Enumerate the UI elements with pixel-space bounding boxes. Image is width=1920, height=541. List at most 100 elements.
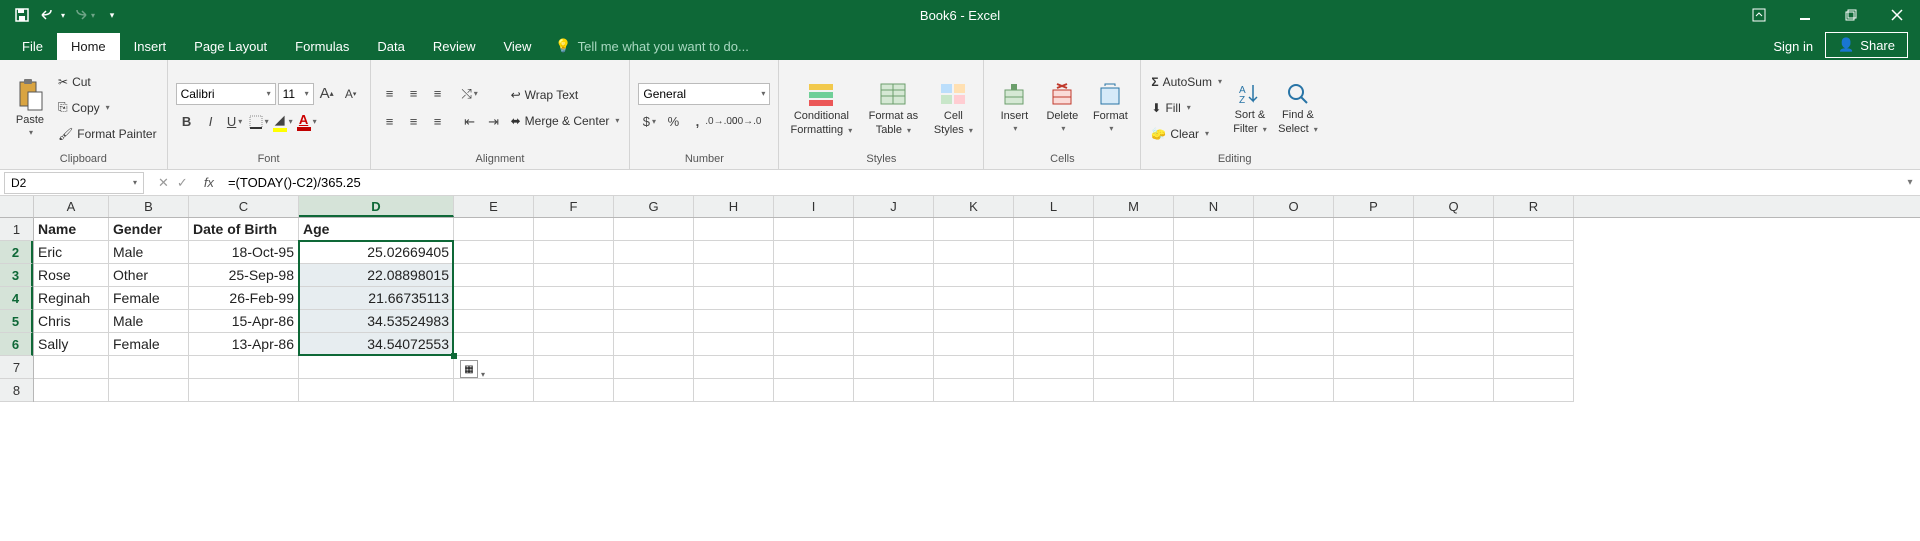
cell[interactable]: [1254, 356, 1334, 379]
cell[interactable]: [1174, 356, 1254, 379]
cell[interactable]: [34, 356, 109, 379]
column-header[interactable]: H: [694, 196, 774, 217]
cell[interactable]: [1334, 241, 1414, 264]
decrease-indent-button[interactable]: ⇤: [459, 111, 481, 133]
column-header[interactable]: I: [774, 196, 854, 217]
align-bottom-button[interactable]: ≡: [427, 83, 449, 105]
column-header[interactable]: F: [534, 196, 614, 217]
sort-filter-button[interactable]: AZ Sort &Filter ▾: [1228, 64, 1272, 151]
cell[interactable]: [1494, 264, 1574, 287]
enter-formula-button[interactable]: ✓: [177, 175, 188, 191]
cell[interactable]: [854, 333, 934, 356]
font-color-button[interactable]: A▾: [296, 111, 318, 133]
cell[interactable]: [614, 379, 694, 402]
cell[interactable]: [774, 333, 854, 356]
cell[interactable]: [854, 264, 934, 287]
cell[interactable]: [934, 333, 1014, 356]
cell[interactable]: [1174, 310, 1254, 333]
cell[interactable]: Male: [109, 310, 189, 333]
copy-button[interactable]: ⎘Copy▾: [56, 96, 159, 120]
find-select-button[interactable]: Find &Select ▾: [1276, 64, 1320, 151]
cell[interactable]: [534, 356, 614, 379]
cell[interactable]: [1494, 241, 1574, 264]
close-button[interactable]: [1874, 0, 1920, 30]
increase-indent-button[interactable]: ⇥: [483, 111, 505, 133]
tab-insert[interactable]: Insert: [120, 33, 181, 60]
cells-area[interactable]: NameGenderDate of BirthAgeEricMale18-Oct…: [34, 218, 1574, 402]
cell[interactable]: 21.66735113: [299, 287, 454, 310]
cell[interactable]: [1014, 218, 1094, 241]
cell[interactable]: [1334, 218, 1414, 241]
cell[interactable]: Male: [109, 241, 189, 264]
column-header[interactable]: R: [1494, 196, 1574, 217]
cell[interactable]: [1414, 333, 1494, 356]
row-header[interactable]: 6: [0, 333, 33, 356]
delete-cells-button[interactable]: Delete▾: [1040, 64, 1084, 151]
cell[interactable]: [454, 379, 534, 402]
cell[interactable]: Gender: [109, 218, 189, 241]
cell[interactable]: [694, 333, 774, 356]
row-header[interactable]: 8: [0, 379, 33, 402]
cell[interactable]: [1494, 310, 1574, 333]
cell[interactable]: [534, 310, 614, 333]
column-header[interactable]: E: [454, 196, 534, 217]
cell[interactable]: [774, 241, 854, 264]
column-header[interactable]: P: [1334, 196, 1414, 217]
cell[interactable]: [694, 379, 774, 402]
font-size-combo[interactable]: 11▾: [278, 83, 314, 105]
column-header[interactable]: C: [189, 196, 299, 217]
cell[interactable]: [614, 333, 694, 356]
percent-button[interactable]: %: [662, 111, 684, 133]
cell[interactable]: [934, 264, 1014, 287]
row-header[interactable]: 7: [0, 356, 33, 379]
cell[interactable]: [1414, 287, 1494, 310]
tab-file[interactable]: File: [8, 33, 57, 60]
column-header[interactable]: M: [1094, 196, 1174, 217]
cell[interactable]: [934, 356, 1014, 379]
cell[interactable]: [854, 218, 934, 241]
cell[interactable]: 13-Apr-86: [189, 333, 299, 356]
autosum-button[interactable]: ΣAutoSum▾: [1149, 70, 1224, 94]
format-painter-button[interactable]: 🖌Format Painter: [56, 122, 159, 146]
cell[interactable]: [854, 287, 934, 310]
column-header[interactable]: B: [109, 196, 189, 217]
cell[interactable]: Chris: [34, 310, 109, 333]
cell[interactable]: [614, 218, 694, 241]
insert-cells-button[interactable]: Insert▾: [992, 64, 1036, 151]
cell[interactable]: Name: [34, 218, 109, 241]
cell[interactable]: [454, 333, 534, 356]
cell[interactable]: Sally: [34, 333, 109, 356]
cell[interactable]: [1094, 379, 1174, 402]
cell[interactable]: [1414, 356, 1494, 379]
cell[interactable]: [1254, 218, 1334, 241]
cell[interactable]: [1494, 333, 1574, 356]
column-header[interactable]: K: [934, 196, 1014, 217]
format-as-table-button[interactable]: Format asTable ▾: [859, 64, 927, 151]
cell[interactable]: [854, 379, 934, 402]
cell[interactable]: Age: [299, 218, 454, 241]
tab-review[interactable]: Review: [419, 33, 490, 60]
cell[interactable]: Reginah: [34, 287, 109, 310]
cut-button[interactable]: ✂Cut: [56, 70, 159, 94]
cell[interactable]: [934, 287, 1014, 310]
cell[interactable]: [774, 356, 854, 379]
cell[interactable]: [1494, 218, 1574, 241]
redo-button[interactable]: ▾: [68, 1, 96, 29]
cell[interactable]: [1414, 379, 1494, 402]
cell[interactable]: 25.02669405: [299, 241, 454, 264]
cell[interactable]: [1334, 356, 1414, 379]
cell[interactable]: [1014, 310, 1094, 333]
cell[interactable]: 25-Sep-98: [189, 264, 299, 287]
signin-link[interactable]: Sign in: [1761, 33, 1825, 60]
cell[interactable]: [1334, 333, 1414, 356]
expand-formula-bar-button[interactable]: ▾: [1900, 177, 1920, 188]
row-header[interactable]: 5: [0, 310, 33, 333]
grow-font-button[interactable]: A▴: [316, 83, 338, 105]
cell[interactable]: [934, 310, 1014, 333]
cell[interactable]: [1174, 241, 1254, 264]
cell[interactable]: 22.08898015: [299, 264, 454, 287]
minimize-button[interactable]: [1782, 0, 1828, 30]
align-right-button[interactable]: ≡: [427, 111, 449, 133]
accounting-button[interactable]: $▾: [638, 111, 660, 133]
ribbon-options-button[interactable]: [1736, 0, 1782, 30]
